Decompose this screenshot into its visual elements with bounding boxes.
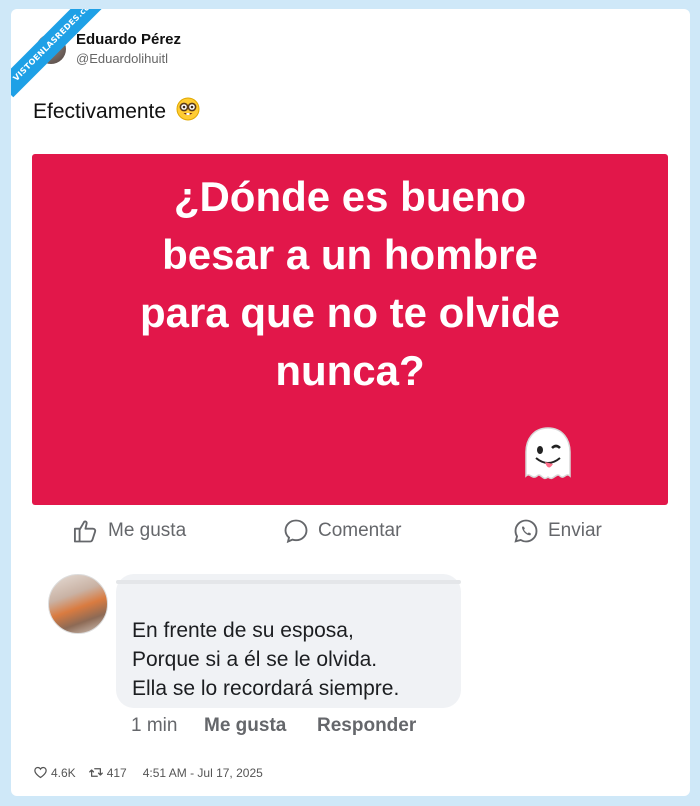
- heart-icon: [34, 766, 47, 779]
- retweet-count: 417: [106, 765, 127, 780]
- comment-bubble: En frente de su esposa, Porque si a él s…: [116, 574, 461, 708]
- comment-line: Porque si a él se le olvida.: [132, 648, 378, 671]
- tweet-text-body: Efectivamente: [33, 100, 167, 123]
- retweet-icon: [88, 768, 103, 777]
- like-count: 4.6K: [51, 765, 76, 780]
- comment-bubble-icon: [284, 519, 308, 544]
- tweet-card: VISTOENLASREDES.com Eduardo Pérez @Eduar…: [11, 9, 690, 796]
- nerd-face-emoji: [176, 97, 200, 127]
- retweet-stat[interactable]: 417: [88, 765, 127, 780]
- author-handle[interactable]: @Eduardolihuitl: [76, 51, 168, 66]
- comment-like-link[interactable]: Me gusta: [204, 715, 286, 737]
- tweet-text: Efectivamente: [33, 97, 200, 127]
- question-line: ¿Dónde es bueno: [173, 173, 527, 220]
- tweet-timestamp: 4:51 AM - Jul 17, 2025: [142, 765, 263, 780]
- like-action[interactable]: Me gusta: [72, 517, 186, 545]
- post-action-bar: Me gusta Comentar Enviar: [32, 505, 668, 561]
- whatsapp-icon: [514, 519, 538, 543]
- ghost-icon: [518, 424, 578, 491]
- share-label: Enviar: [548, 520, 602, 541]
- thumbs-up-icon: [73, 520, 97, 543]
- comment-reply-link[interactable]: Responder: [317, 715, 416, 737]
- share-action[interactable]: Enviar: [512, 517, 602, 545]
- question-line: para que no te olvide: [139, 289, 561, 336]
- question-line: besar a un hombre: [162, 231, 538, 278]
- question-text: ¿Dónde es bueno besar a un hombre para q…: [32, 168, 668, 400]
- comment-label: Comentar: [318, 520, 402, 541]
- like-stat[interactable]: 4.6K: [33, 765, 76, 780]
- like-label: Me gusta: [108, 520, 187, 541]
- commenter-name-redacted: [116, 580, 461, 584]
- author-name[interactable]: Eduardo Pérez: [76, 31, 181, 48]
- comment-text: En frente de su esposa, Porque si a él s…: [132, 616, 399, 703]
- commenter-avatar[interactable]: [48, 574, 108, 634]
- comment-time: 1 min: [131, 715, 178, 736]
- tweet-footer: 4.6K 417 4:51 AM - Jul 17, 2025: [33, 765, 263, 780]
- question-line: nunca?: [275, 347, 425, 394]
- comment-line: Ella se lo recordará siempre.: [132, 677, 400, 700]
- comment-action[interactable]: Comentar: [282, 517, 401, 545]
- comment-line: En frente de su esposa,: [132, 619, 354, 642]
- quote-image: ¿Dónde es bueno besar a un hombre para q…: [32, 154, 668, 505]
